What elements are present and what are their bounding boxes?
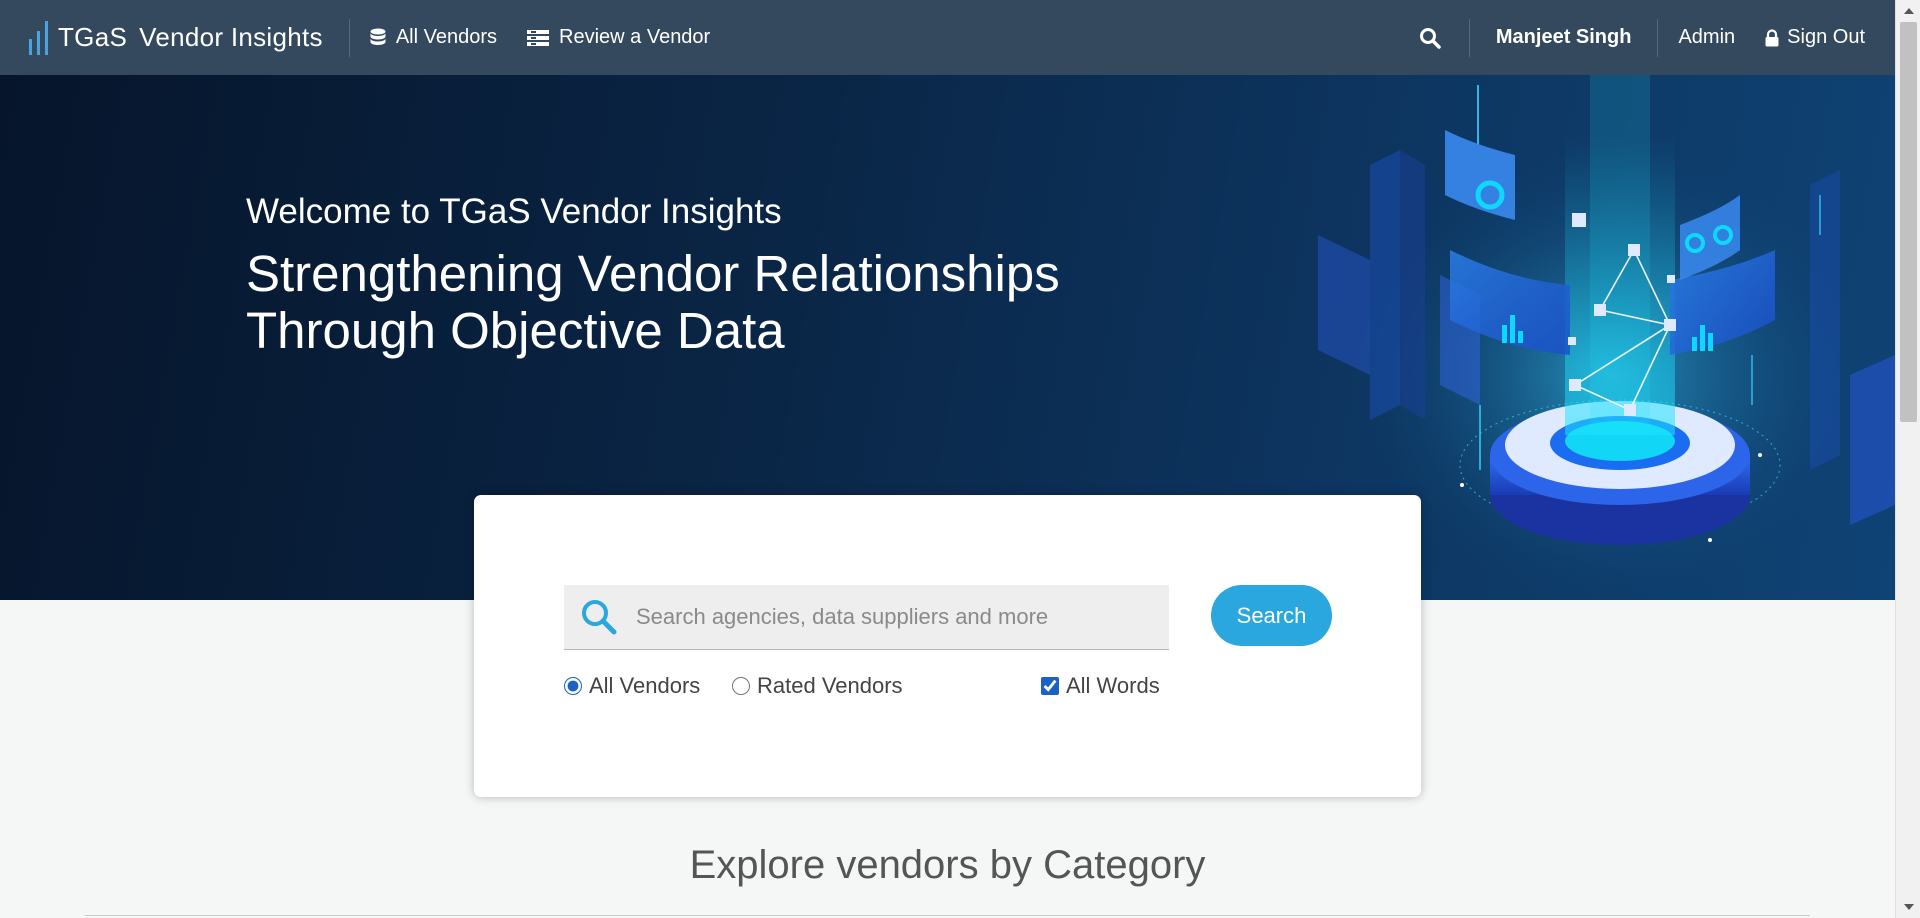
- scroll-down-arrow-icon[interactable]: [1896, 896, 1920, 918]
- scrollbar-thumb[interactable]: [1900, 22, 1917, 422]
- checkbox-all-words[interactable]: [1041, 677, 1059, 695]
- section-divider: [85, 915, 1810, 916]
- nav-all-vendors[interactable]: All Vendors: [370, 0, 497, 75]
- nav-review-vendor-label: Review a Vendor: [559, 26, 711, 48]
- explore-category-heading: Explore vendors by Category: [689, 843, 1206, 887]
- nav-sign-out-label: Sign Out: [1787, 26, 1865, 48]
- top-navbar: TGaS Vendor Insights All Vendors Review a…: [0, 0, 1895, 75]
- brand-name-part1: TGaS: [58, 22, 128, 52]
- option-all-vendors[interactable]: All Vendors: [564, 673, 700, 699]
- list-form-icon: [527, 29, 550, 47]
- option-all-words-label: All Words: [1066, 673, 1160, 698]
- page-scrollbar[interactable]: [1895, 0, 1920, 918]
- search-magnifier-icon: [580, 598, 618, 636]
- nav-admin[interactable]: Admin: [1678, 26, 1735, 49]
- brand-logo[interactable]: TGaS Vendor Insights: [28, 0, 323, 75]
- brand-name-part2: Vendor Insights: [139, 22, 323, 52]
- lock-icon: [1765, 28, 1779, 47]
- search-input[interactable]: [636, 604, 1156, 630]
- user-name[interactable]: Manjeet Singh: [1496, 26, 1632, 49]
- nav-divider: [1657, 18, 1659, 57]
- hero-welcome: Welcome to TGaS Vendor Insights: [246, 192, 782, 231]
- radio-all-vendors[interactable]: [564, 677, 582, 695]
- nav-right-group: Manjeet Singh Admin Sign Out: [1419, 0, 1865, 75]
- search-button[interactable]: Search: [1211, 585, 1332, 646]
- search-box[interactable]: [564, 585, 1169, 650]
- nav-divider: [1468, 18, 1470, 57]
- search-icon[interactable]: [1419, 27, 1441, 49]
- brand-name: TGaS Vendor Insights: [58, 22, 323, 53]
- radio-rated-vendors[interactable]: [732, 677, 750, 695]
- search-card: Search All Vendors Rated Vendors All Wor…: [474, 495, 1421, 797]
- hero-headline-line1: Strengthening Vendor Relationships: [246, 245, 1060, 302]
- nav-review-vendor[interactable]: Review a Vendor: [527, 0, 710, 75]
- option-all-vendors-label: All Vendors: [589, 673, 701, 698]
- nav-all-vendors-label: All Vendors: [395, 26, 498, 48]
- option-rated-vendors-label: Rated Vendors: [757, 673, 903, 698]
- nav-divider: [348, 18, 350, 57]
- option-all-words[interactable]: All Words: [1041, 673, 1160, 699]
- option-rated-vendors[interactable]: Rated Vendors: [732, 673, 903, 699]
- scroll-up-arrow-icon[interactable]: [1896, 0, 1920, 22]
- database-icon: [370, 28, 386, 48]
- nav-sign-out[interactable]: Sign Out: [1765, 26, 1865, 49]
- hero-headline: Strengthening Vendor Relationships Throu…: [246, 245, 1146, 359]
- hero-headline-line2: Through Objective Data: [246, 302, 785, 359]
- brand-bars-icon: [29, 20, 48, 55]
